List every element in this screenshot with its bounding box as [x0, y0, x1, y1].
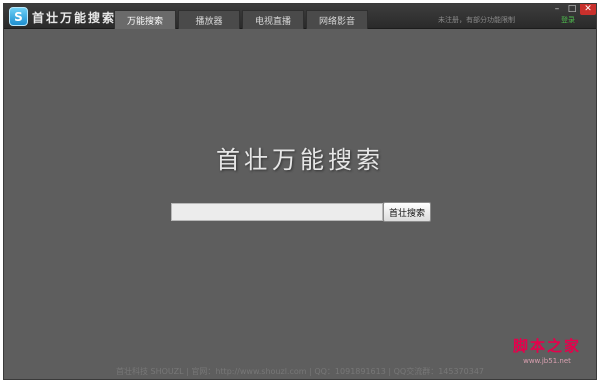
tab-tv-live[interactable]: 电视直播: [242, 10, 304, 29]
tab-bar: 万能搜索 播放器 电视直播 网络影音: [114, 10, 370, 29]
minimize-button[interactable]: –: [550, 4, 564, 15]
registration-status: 未注册，有部分功能限制: [438, 16, 515, 24]
watermark-url: www.jb51.net: [523, 357, 571, 365]
app-window: S 首壮万能搜索 万能搜索 播放器 电视直播 网络影音 未注册，有部分功能限制 …: [3, 3, 597, 380]
tab-player[interactable]: 播放器: [178, 10, 240, 29]
close-button[interactable]: ✕: [580, 4, 596, 15]
search-button[interactable]: 首壮搜索: [383, 202, 431, 222]
site-watermark: 脚本之家 www.jb51.net: [502, 335, 592, 365]
app-name: 首壮万能搜索: [32, 11, 117, 25]
tab-universal-search[interactable]: 万能搜索: [114, 10, 176, 29]
footer-info: 首壮科技 SHOUZL | 官网：http://www.shouzl.com |…: [115, 367, 485, 376]
search-page-title: 首壮万能搜索: [216, 146, 384, 174]
search-input[interactable]: [171, 203, 383, 221]
login-link[interactable]: 登录: [561, 15, 575, 25]
tab-online-media[interactable]: 网络影音: [306, 10, 368, 29]
watermark-logo: 脚本之家: [512, 337, 581, 355]
title-bar[interactable]: S 首壮万能搜索 万能搜索 播放器 电视直播 网络影音 未注册，有部分功能限制 …: [4, 4, 596, 29]
app-logo-icon: S: [9, 7, 28, 26]
maximize-button[interactable]: □: [565, 4, 579, 15]
